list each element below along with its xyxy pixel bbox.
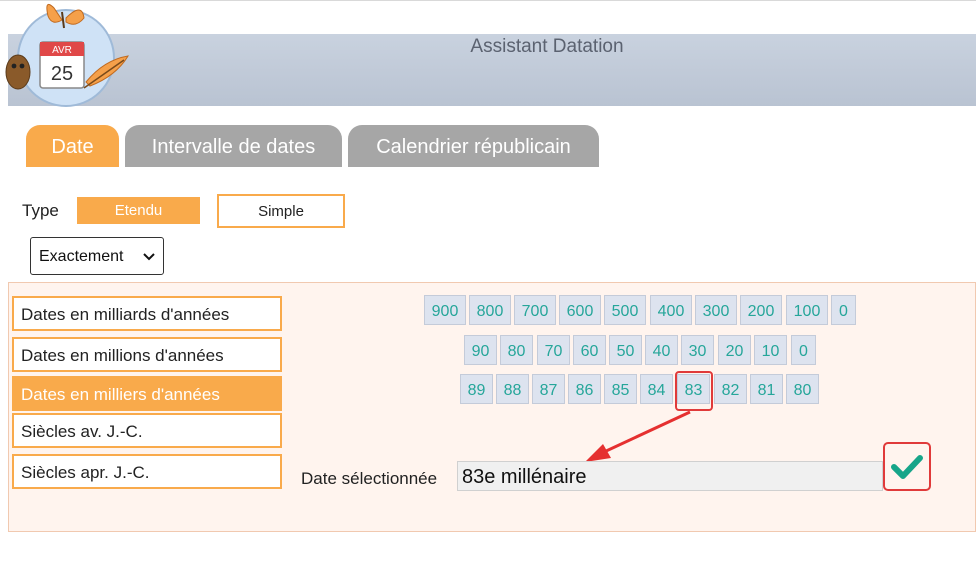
selected-number-highlight	[675, 371, 713, 411]
selected-date-field[interactable]: 83e millénaire	[457, 461, 883, 491]
calendar-month: AVR	[52, 45, 72, 56]
number-button[interactable]: 600	[559, 295, 601, 325]
number-button[interactable]: 80	[786, 374, 819, 404]
tab-republican-calendar[interactable]: Calendrier républicain	[348, 125, 599, 167]
number-button[interactable]: 90	[464, 335, 497, 365]
type-simple-button[interactable]: Simple	[217, 194, 345, 228]
precision-select-value: Exactement	[39, 248, 124, 265]
number-button[interactable]: 900	[424, 295, 466, 325]
number-button[interactable]: 400	[650, 295, 692, 325]
number-button[interactable]: 60	[573, 335, 606, 365]
number-button[interactable]: 86	[568, 374, 601, 404]
category-thousands[interactable]: Dates en milliers d'années	[12, 376, 282, 411]
app-logo: AVR 25	[5, 3, 129, 107]
number-button[interactable]: 81	[750, 374, 783, 404]
number-button[interactable]: 40	[645, 335, 678, 365]
number-button[interactable]: 10	[754, 335, 787, 365]
number-button[interactable]: 84	[640, 374, 673, 404]
number-button[interactable]: 88	[496, 374, 529, 404]
number-button[interactable]: 500	[604, 295, 646, 325]
confirm-button[interactable]	[883, 442, 931, 491]
tab-date[interactable]: Date	[26, 125, 119, 167]
mask-icon	[5, 54, 31, 90]
top-divider	[0, 0, 976, 1]
number-button[interactable]: 87	[532, 374, 565, 404]
number-button[interactable]: 800	[469, 295, 511, 325]
tab-date-interval[interactable]: Intervalle de dates	[125, 125, 342, 167]
number-button[interactable]: 70	[537, 335, 570, 365]
precision-select[interactable]: Exactement	[30, 237, 164, 275]
number-button[interactable]: 30	[681, 335, 714, 365]
number-button[interactable]: 0	[791, 335, 816, 365]
number-button[interactable]: 80	[500, 335, 533, 365]
number-button[interactable]: 82	[714, 374, 747, 404]
category-centuries-bc[interactable]: Siècles av. J.-C.	[12, 413, 282, 448]
check-icon	[891, 455, 923, 479]
number-button[interactable]: 700	[514, 295, 556, 325]
category-billions[interactable]: Dates en milliards d'années	[12, 296, 282, 331]
selected-date-label: Date sélectionnée	[301, 469, 438, 488]
number-button[interactable]: 20	[718, 335, 751, 365]
number-button[interactable]: 100	[786, 295, 828, 325]
number-button[interactable]: 300	[695, 295, 737, 325]
calendar-icon: AVR 25	[39, 41, 85, 89]
category-centuries-ad[interactable]: Siècles apr. J.-C.	[12, 454, 282, 489]
type-etendu-button[interactable]: Etendu	[77, 197, 200, 224]
number-button[interactable]: 85	[604, 374, 637, 404]
app-title: Assistant Datation	[470, 36, 624, 57]
type-label: Type	[22, 201, 59, 220]
calendar-day: 25	[51, 63, 73, 85]
number-button[interactable]: 200	[740, 295, 782, 325]
number-button[interactable]: 89	[460, 374, 493, 404]
category-millions[interactable]: Dates en millions d'années	[12, 337, 282, 372]
number-button[interactable]: 50	[609, 335, 642, 365]
app-header: Assistant Datation	[8, 34, 976, 106]
number-button[interactable]: 0	[831, 295, 856, 325]
